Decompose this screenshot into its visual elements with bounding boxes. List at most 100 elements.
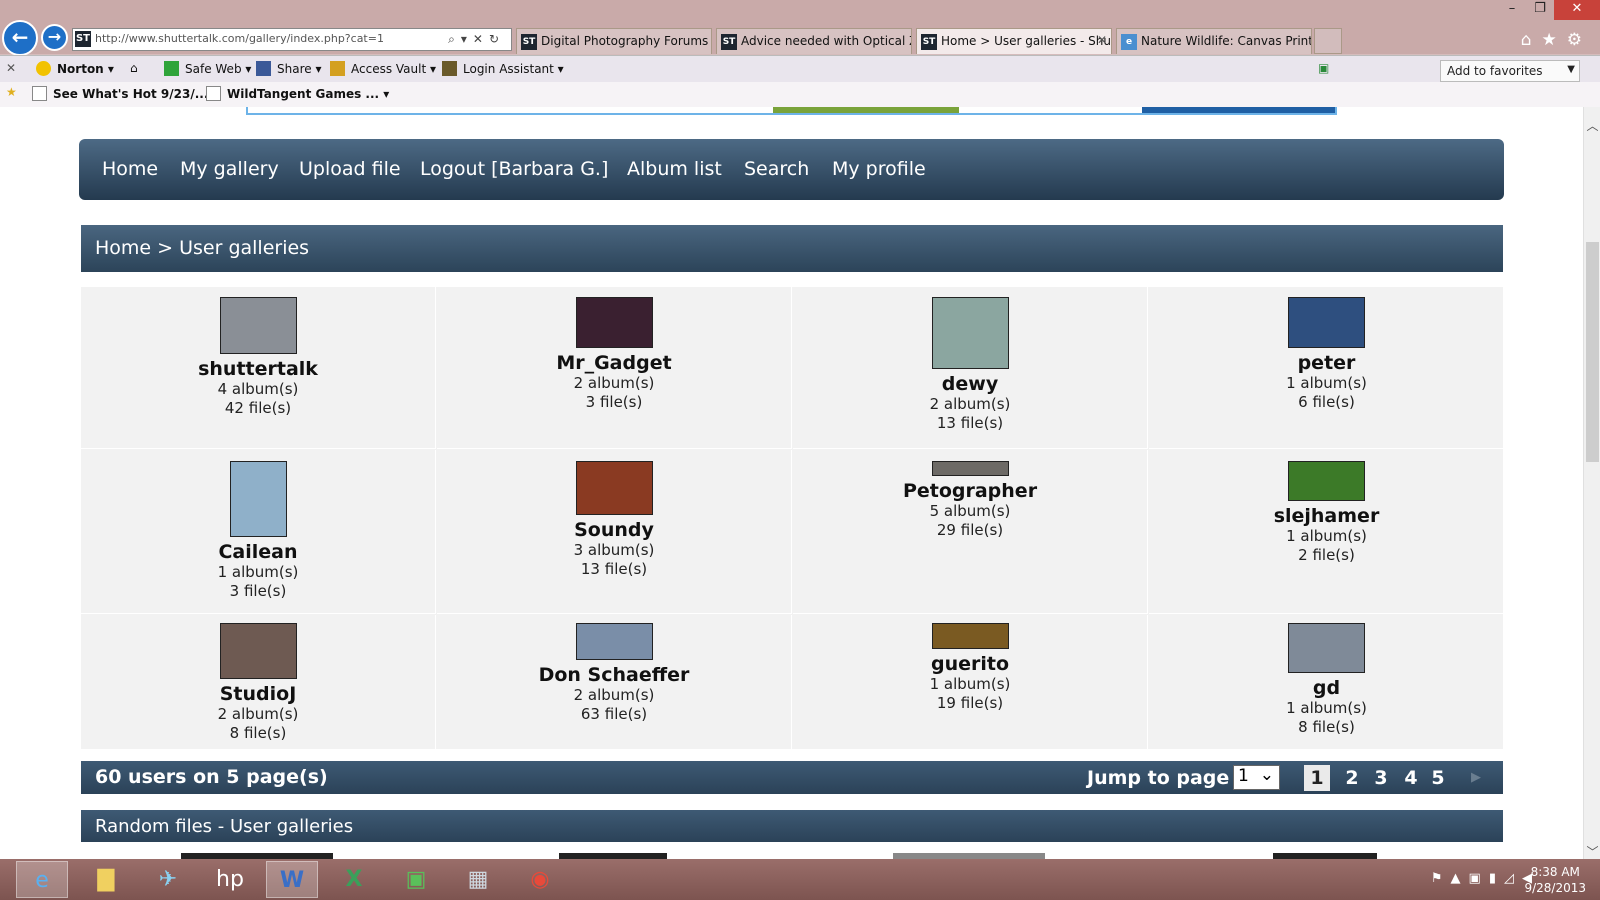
user-thumbnail[interactable] — [575, 461, 653, 515]
user-thumbnail[interactable] — [931, 623, 1009, 649]
page-4-link[interactable]: 4 — [1398, 765, 1424, 791]
network-icon[interactable]: ◿ — [1504, 871, 1522, 886]
user-name[interactable]: shuttertalk — [81, 358, 435, 380]
new-tab-button[interactable] — [1314, 28, 1342, 54]
address-bar[interactable]: ST http://www.shuttertalk.com/gallery/in… — [72, 28, 512, 51]
favorites-star-icon[interactable]: ★ — [1542, 30, 1567, 50]
access-vault-menu[interactable]: Access Vault ▾ — [330, 61, 436, 76]
user-card[interactable]: Cailean 1 album(s) 3 file(s) — [81, 450, 436, 614]
word-icon[interactable]: W — [266, 861, 318, 898]
home-toolbar-icon[interactable]: ⌂ — [130, 61, 138, 75]
user-name[interactable]: slejhamer — [1149, 505, 1504, 527]
user-card[interactable]: shuttertalk 4 album(s) 42 file(s) — [81, 287, 436, 449]
nav-my-gallery[interactable]: My gallery — [180, 158, 279, 180]
user-thumbnail[interactable] — [1288, 461, 1365, 501]
back-button[interactable]: ← — [2, 20, 38, 56]
gear-icon[interactable]: ⚙ — [1567, 30, 1592, 50]
close-window-button[interactable]: ✕ — [1554, 0, 1600, 20]
user-card[interactable]: slejhamer 1 album(s) 2 file(s) — [1149, 450, 1504, 614]
user-card[interactable]: StudioJ 2 album(s) 8 file(s) — [81, 615, 436, 749]
excel-icon[interactable]: X — [328, 861, 380, 898]
power-icon[interactable]: ▮ — [1489, 871, 1504, 886]
user-card[interactable]: peter 1 album(s) 6 file(s) — [1149, 287, 1504, 449]
user-name[interactable]: StudioJ — [81, 683, 435, 705]
norton-status-icon[interactable]: ▣ — [1318, 61, 1329, 75]
page-5-link[interactable]: 5 — [1425, 765, 1451, 791]
next-page-arrow-icon[interactable]: ▶ — [1463, 765, 1489, 791]
user-thumbnail[interactable] — [931, 297, 1009, 369]
home-icon[interactable]: ⌂ — [1521, 30, 1542, 50]
user-card[interactable]: guerito 1 album(s) 19 file(s) — [793, 615, 1148, 749]
nav-album-list[interactable]: Album list — [627, 158, 722, 180]
breadcrumb[interactable]: Home > User galleries — [95, 237, 309, 259]
user-name[interactable]: Cailean — [81, 541, 435, 563]
page-2-link[interactable]: 2 — [1339, 765, 1365, 791]
user-name[interactable]: gd — [1149, 677, 1504, 699]
tab-nature-wildlife[interactable]: e Nature Wildlife: Canvas Prints |... — [1116, 28, 1312, 54]
launcher-icon[interactable]: ✈ — [142, 861, 194, 898]
user-card[interactable]: Mr_Gadget 2 album(s) 3 file(s) — [437, 287, 792, 449]
user-name[interactable]: Petographer — [793, 480, 1147, 502]
user-thumbnail[interactable] — [575, 297, 653, 348]
user-card[interactable]: Don Schaeffer 2 album(s) 63 file(s) — [437, 615, 792, 749]
chevron-down-icon[interactable]: ⌄ — [1260, 765, 1274, 785]
show-hidden-icons[interactable]: ▲ — [1451, 871, 1469, 886]
vertical-scrollbar[interactable]: ︿ ﹀ — [1583, 107, 1600, 859]
file-explorer-icon[interactable]: ▇ — [80, 861, 132, 898]
add-to-favorites-button[interactable]: Add to favorites ▼ — [1440, 60, 1580, 82]
user-thumbnail[interactable] — [575, 623, 653, 660]
nav-home[interactable]: Home — [102, 158, 158, 180]
user-thumbnail[interactable] — [1288, 297, 1365, 348]
user-name[interactable]: Mr_Gadget — [437, 352, 791, 374]
chrome-icon[interactable]: ◉ — [514, 861, 566, 898]
login-assistant-menu[interactable]: Login Assistant ▾ — [442, 61, 564, 76]
tab-digital-photography[interactable]: ST Digital Photography Forums - ... — [516, 28, 712, 54]
calculator-icon[interactable]: ▦ — [452, 861, 504, 898]
minimize-button[interactable]: – — [1498, 0, 1526, 20]
close-tab-icon[interactable]: ✕ — [1097, 33, 1107, 47]
forward-button[interactable]: → — [41, 24, 68, 51]
user-card[interactable]: dewy 2 album(s) 13 file(s) — [793, 287, 1148, 449]
scroll-up-icon[interactable]: ︿ — [1586, 117, 1599, 133]
chevron-down-icon[interactable]: ▼ — [1567, 64, 1575, 75]
user-card[interactable]: Soundy 3 album(s) 13 file(s) — [437, 450, 792, 614]
contacts-icon[interactable]: ▣ — [390, 861, 442, 898]
nav-logout[interactable]: Logout [Barbara G.] — [420, 158, 608, 180]
share-menu[interactable]: Share ▾ — [256, 61, 321, 76]
user-name[interactable]: guerito — [793, 653, 1147, 675]
jump-to-page-select[interactable]: 1 ⌄ — [1233, 765, 1280, 790]
tab-advice-optical-zoom[interactable]: ST Advice needed with Optical Zo... — [716, 28, 912, 54]
user-name[interactable]: Don Schaeffer — [437, 664, 791, 686]
nav-search[interactable]: Search — [744, 158, 809, 180]
restore-button[interactable]: ❐ — [1526, 0, 1554, 20]
user-thumbnail[interactable] — [219, 297, 297, 354]
user-thumbnail[interactable] — [229, 461, 287, 537]
hp-icon[interactable]: hp — [204, 861, 256, 898]
user-thumbnail[interactable] — [219, 623, 297, 679]
url-text[interactable]: http://www.shuttertalk.com/gallery/index… — [95, 32, 384, 45]
user-name[interactable]: peter — [1149, 352, 1504, 374]
safe-web-menu[interactable]: Safe Web ▾ — [164, 61, 251, 76]
user-name[interactable]: dewy — [793, 373, 1147, 395]
scroll-thumb[interactable] — [1586, 242, 1599, 462]
favorite-link-wildtangent[interactable]: WildTangent Games ... ▾ — [206, 86, 389, 101]
tab-user-galleries[interactable]: ST Home > User galleries - Shu... ✕ — [916, 28, 1112, 54]
user-name[interactable]: Soundy — [437, 519, 791, 541]
address-bar-icons[interactable]: ⌕▾✕↻ — [448, 32, 505, 47]
user-thumbnail[interactable] — [931, 461, 1009, 476]
favorite-link-whats-hot[interactable]: See What's Hot 9/23/... ▾ — [32, 86, 219, 101]
user-thumbnail[interactable] — [1288, 623, 1365, 673]
page-3-link[interactable]: 3 — [1368, 765, 1394, 791]
internet-explorer-icon[interactable]: e — [16, 861, 68, 898]
action-center-icon[interactable]: ⚑ — [1431, 871, 1451, 886]
norton-menu[interactable]: Norton ▾ — [36, 61, 114, 76]
clock[interactable]: 8:38 AM 9/28/2013 — [1524, 864, 1586, 896]
user-card[interactable]: Petographer 5 album(s) 29 file(s) — [793, 450, 1148, 614]
norton-tray-icon[interactable]: ▣ — [1469, 871, 1489, 886]
user-card[interactable]: gd 1 album(s) 8 file(s) — [1149, 615, 1504, 749]
nav-upload-file[interactable]: Upload file — [299, 158, 401, 180]
close-toolbar-icon[interactable]: ✕ — [6, 61, 16, 75]
nav-my-profile[interactable]: My profile — [832, 158, 926, 180]
scroll-down-icon[interactable]: ﹀ — [1586, 843, 1599, 859]
favorites-star-icon[interactable]: ★ — [6, 85, 17, 99]
